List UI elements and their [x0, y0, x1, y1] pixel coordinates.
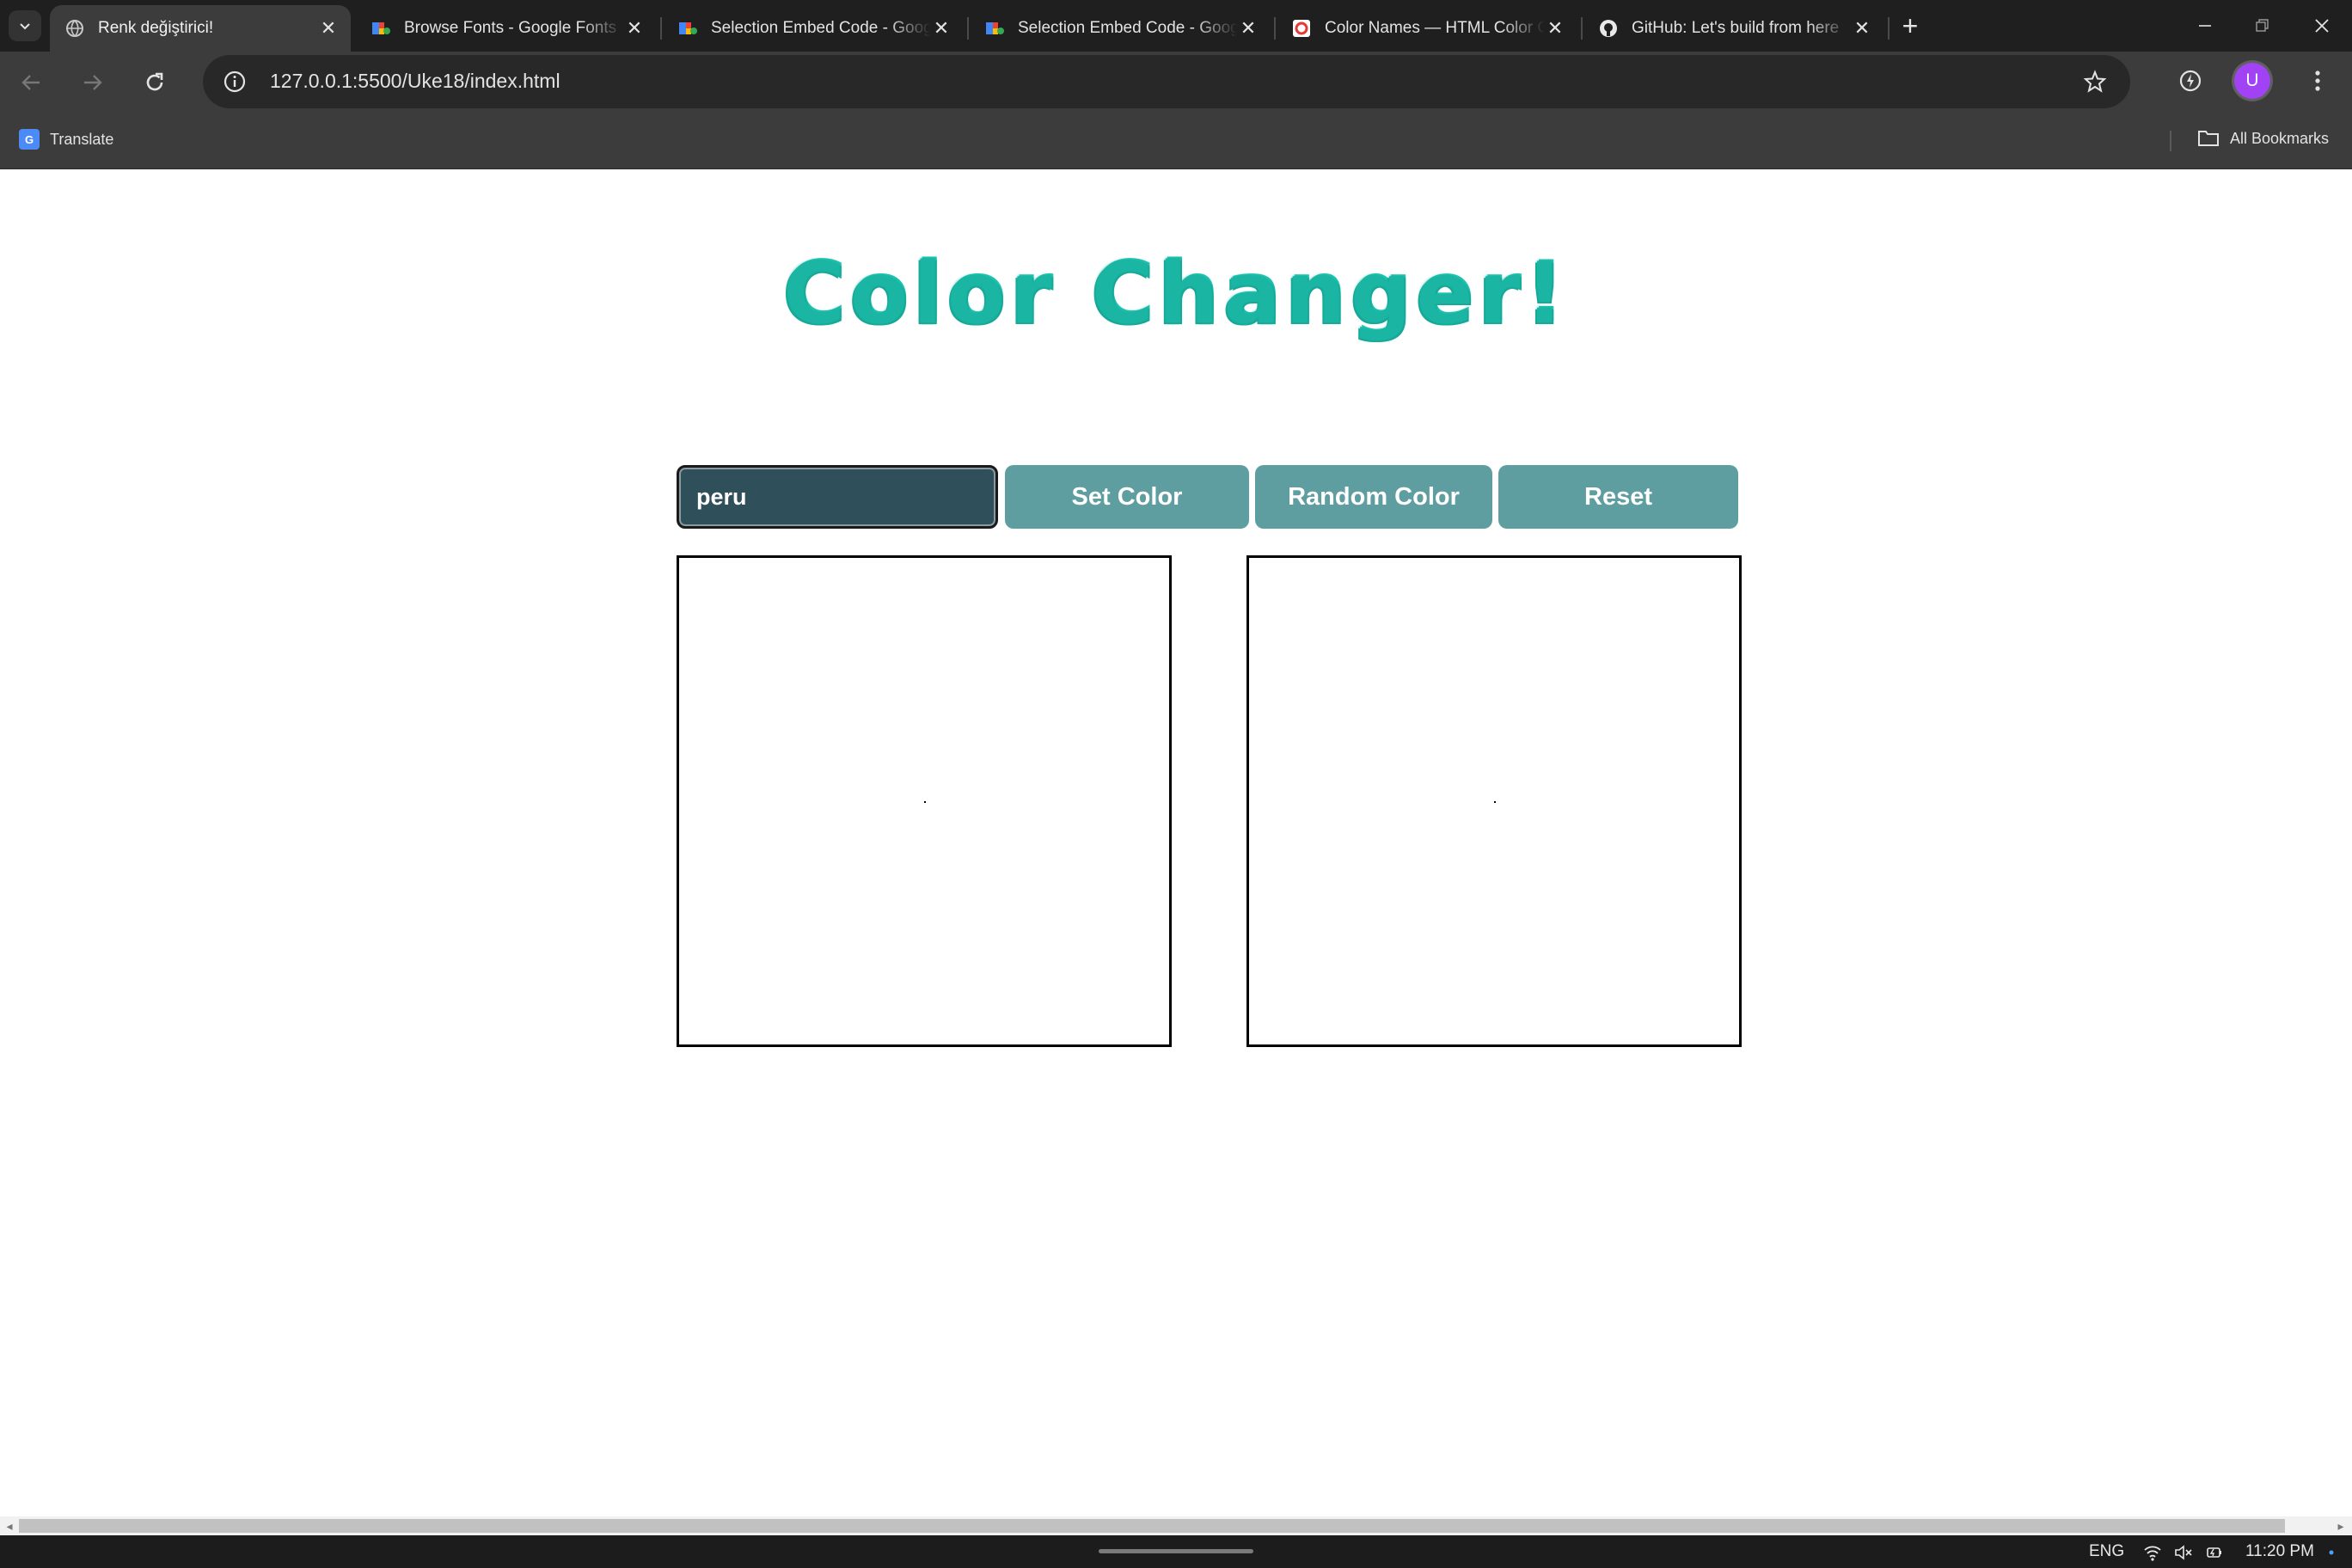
close-icon[interactable]: ✕ [318, 17, 339, 39]
tab-title: Renk değiştirici! [98, 19, 214, 37]
color-input[interactable] [677, 465, 998, 529]
google-translate-icon: G [19, 129, 40, 150]
language-indicator[interactable]: ENG [2089, 1542, 2124, 1561]
close-icon[interactable]: ✕ [624, 17, 645, 39]
back-button[interactable] [12, 64, 50, 101]
battery-icon[interactable] [2204, 1542, 2225, 1563]
center-dot [1494, 801, 1496, 803]
minimize-button[interactable] [2175, 0, 2235, 52]
color-box-right [1246, 555, 1742, 1047]
bookmarks-bar: G Translate All Bookmarks [0, 113, 2352, 169]
page-content: Color Changer! Set Color Random Color Re… [0, 169, 2352, 1516]
plus-icon: + [1902, 9, 1919, 41]
arrow-left-icon [21, 75, 40, 90]
github-icon [1599, 19, 1618, 38]
clock-time[interactable]: 11:20 PM [2245, 1542, 2314, 1561]
tab-separator [660, 17, 662, 40]
tab-browse-fonts[interactable]: Browse Fonts - Google Fonts ✕ [356, 5, 657, 52]
bookmark-label: Translate [50, 130, 114, 148]
chevron-down-icon [20, 23, 30, 30]
close-window-button[interactable] [2292, 0, 2352, 52]
url-text[interactable]: 127.0.0.1:5500/Uke18/index.html [270, 70, 560, 93]
arrow-right-icon [84, 75, 102, 90]
tab-title: Selection Embed Code - Google Fonts [1018, 19, 1238, 37]
set-color-button[interactable]: Set Color [1005, 465, 1249, 529]
scroll-left-arrow-icon[interactable]: ◂ [2, 1518, 17, 1534]
notification-dot-icon[interactable] [2321, 1542, 2342, 1563]
bookmark-star-icon[interactable] [2080, 67, 2110, 96]
tab-separator [1581, 17, 1583, 40]
forward-button[interactable] [74, 64, 112, 101]
color-box-left [677, 555, 1172, 1047]
tab-color-names[interactable]: Color Names — HTML Color Codes ✕ [1277, 5, 1577, 52]
restore-icon [2256, 19, 2269, 32]
globe-icon [65, 19, 84, 38]
tab-renk-degistirici[interactable]: Renk değiştirici! ✕ [50, 5, 351, 52]
tab-separator [967, 17, 969, 40]
bookmark-translate[interactable]: G Translate [19, 129, 113, 150]
speaker-muted-icon[interactable] [2173, 1542, 2194, 1563]
new-tab-button[interactable]: + [1895, 10, 1926, 41]
profile-avatar[interactable]: U [2234, 63, 2270, 99]
htmlcolorcodes-icon [1292, 19, 1311, 38]
tab-selection-embed-2[interactable]: Selection Embed Code - Google Fonts ✕ [970, 5, 1271, 52]
scroll-right-arrow-icon[interactable]: ▸ [2333, 1518, 2349, 1534]
google-fonts-icon [678, 19, 697, 38]
tab-title: GitHub: Let's build from here [1632, 19, 1840, 37]
wifi-icon[interactable] [2142, 1542, 2163, 1563]
taskbar-handle[interactable] [1099, 1549, 1253, 1553]
tab-title: Selection Embed Code - Google Fonts [711, 19, 931, 37]
google-fonts-icon [371, 19, 390, 38]
folder-icon [2198, 131, 2219, 146]
taskbar: ENG 11:20 PM [0, 1535, 2352, 1568]
address-bar[interactable]: 127.0.0.1:5500/Uke18/index.html [203, 55, 2130, 108]
close-icon[interactable]: ✕ [1238, 17, 1259, 39]
close-icon[interactable]: ✕ [931, 17, 952, 39]
restore-button[interactable] [2232, 0, 2292, 52]
reload-button[interactable] [136, 64, 174, 101]
extensions-icon[interactable] [2171, 62, 2209, 100]
tab-title: Browse Fonts - Google Fonts [404, 19, 617, 37]
all-bookmarks-button[interactable]: All Bookmarks [2197, 129, 2329, 148]
close-icon[interactable]: ✕ [1545, 17, 1565, 39]
tab-strip: Renk değiştirici! ✕ Browse Fonts - Googl… [0, 0, 2352, 52]
tab-github[interactable]: GitHub: Let's build from here ✕ [1583, 5, 1884, 52]
close-icon [2315, 19, 2329, 33]
page-heading: Color Changer! [783, 245, 1569, 343]
reset-button[interactable]: Reset [1498, 465, 1738, 529]
reload-icon [146, 72, 163, 91]
tab-separator [1274, 17, 1276, 40]
close-icon[interactable]: ✕ [1852, 17, 1872, 39]
all-bookmarks-label: All Bookmarks [2230, 129, 2330, 147]
site-info-icon[interactable] [218, 65, 251, 98]
minimize-icon [2199, 25, 2211, 27]
scrollbar-thumb[interactable] [19, 1519, 2285, 1533]
tab-selection-embed-1[interactable]: Selection Embed Code - Google Fonts ✕ [663, 5, 964, 52]
horizontal-scrollbar[interactable]: ◂ ▸ [0, 1516, 2352, 1535]
more-menu-icon[interactable] [2299, 62, 2337, 100]
random-color-button[interactable]: Random Color [1255, 465, 1492, 529]
google-fonts-icon [985, 19, 1004, 38]
bookmarks-divider [2170, 131, 2171, 151]
center-dot [924, 801, 926, 803]
tab-search-button[interactable] [9, 10, 41, 41]
tab-separator [1888, 17, 1890, 40]
tab-title: Color Names — HTML Color Codes [1325, 19, 1545, 37]
